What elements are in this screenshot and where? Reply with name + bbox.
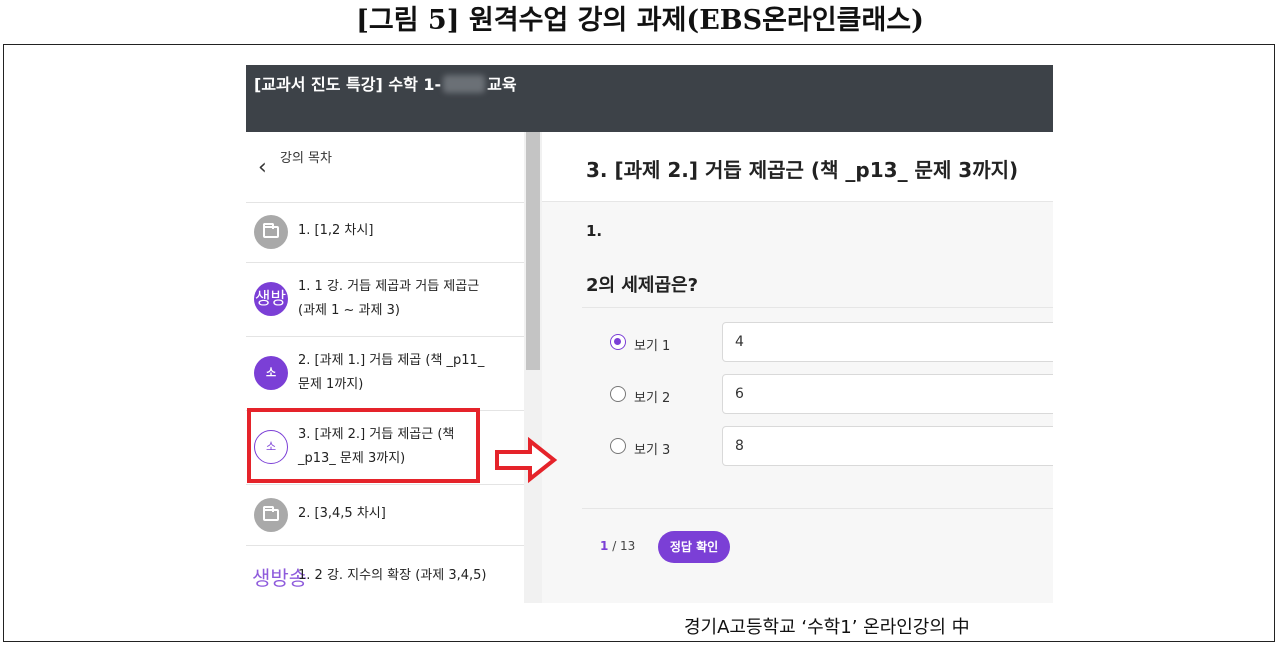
option-label: 보기 1: [634, 339, 671, 354]
arrow-right-icon: [495, 437, 558, 483]
course-title-suffix: 교육: [487, 75, 517, 94]
folder-icon: [254, 498, 288, 532]
toc-item-label: 1. 2 강. 지수의 확장 (과제 3,4,5): [298, 568, 487, 583]
toc-item-label: 1. [1,2 차시]: [298, 223, 374, 238]
toc-item-line2: 문제 1까지): [298, 377, 364, 392]
page-indicator: 1 / 13: [600, 539, 635, 553]
lecture-toc-sidebar: ‹ 강의 목차 1. [1,2 차시] 생방 1. 1 강. 거듭 제곱과 거듭…: [246, 132, 524, 603]
app-header: [교과서 진도 특강] 수학 1- 교육: [246, 65, 1053, 132]
highlight-box: [247, 408, 480, 483]
divider: [582, 307, 1053, 308]
radio-selected-icon[interactable]: [610, 334, 626, 350]
toc-item-live-1[interactable]: 생방 1. 1 강. 거듭 제곱과 거듭 제곱근 (과제 1 ~ 과제 3): [246, 263, 524, 337]
toc-back-label: 강의 목차: [280, 151, 332, 166]
scrollbar-thumb[interactable]: [526, 132, 540, 370]
option-value-box[interactable]: 6: [722, 374, 1053, 414]
option-value-box[interactable]: 4: [722, 322, 1053, 362]
option-label: 보기 2: [634, 391, 671, 406]
toc-item-folder-1[interactable]: 1. [1,2 차시]: [246, 202, 524, 263]
option-value-box[interactable]: 8: [722, 426, 1053, 466]
check-answer-button[interactable]: 정답 확인: [658, 531, 730, 563]
toc-item-line2: (과제 1 ~ 과제 3): [298, 303, 400, 318]
chevron-left-icon[interactable]: ‹: [258, 157, 267, 179]
toc-item-label: 2. [과제 1.] 거듭 제곱 (책 _p11_ 문제 1까지): [298, 349, 498, 397]
assignment-panel: 3. [과제 2.] 거듭 제곱근 (책 _p13_ 문제 3까지) 1. 2의…: [542, 132, 1053, 603]
page-current: 1: [600, 539, 609, 553]
question-number: 1.: [586, 222, 603, 240]
option-value: 8: [735, 438, 744, 454]
online-class-window: [교과서 진도 특강] 수학 1- 교육 ‹ 강의 목차 1. [1,2 차시] …: [246, 65, 1053, 603]
radio-unselected-icon[interactable]: [610, 386, 626, 402]
toc-item-line1: 2. [과제 1.] 거듭 제곱 (책 _p11_: [298, 353, 485, 368]
toc-item-label: 2. [3,4,5 차시]: [298, 506, 386, 521]
toc-item-folder-2[interactable]: 2. [3,4,5 차시]: [246, 485, 524, 546]
option-value: 6: [735, 386, 744, 402]
folder-icon: [254, 215, 288, 249]
figure-caption: 경기A고등학교 ‘수학1’ 온라인강의 中: [684, 617, 970, 638]
question-text: 2의 세제곱은?: [586, 275, 699, 296]
toc-item-live-2[interactable]: 생방송 1. 2 강. 지수의 확장 (과제 3,4,5): [246, 546, 524, 603]
course-title-prefix: [교과서 진도 특강] 수학 1-: [254, 75, 442, 94]
course-title: [교과서 진도 특강] 수학 1- 교육: [254, 71, 517, 95]
option-value: 4: [735, 334, 744, 350]
radio-unselected-icon[interactable]: [610, 438, 626, 454]
option-label: 보기 3: [634, 443, 671, 458]
toc-item-line1: 1. 1 강. 거듭 제곱과 거듭 제곱근: [298, 279, 480, 294]
figure-title: [그림 5] 원격수업 강의 과제(EBS온라인클래스): [356, 5, 924, 36]
divider: [582, 508, 1053, 509]
live-icon: 생방: [254, 282, 288, 316]
page-total: / 13: [612, 539, 636, 553]
toc-item-label: 1. 1 강. 거듭 제곱과 거듭 제곱근 (과제 1 ~ 과제 3): [298, 275, 498, 323]
small-lesson-icon: 소: [254, 356, 288, 390]
lesson-title: 3. [과제 2.] 거듭 제곱근 (책 _p13_ 문제 3까지): [586, 158, 1019, 182]
blurred-text: [443, 75, 486, 93]
lesson-header: 3. [과제 2.] 거듭 제곱근 (책 _p13_ 문제 3까지): [542, 132, 1053, 202]
toc-item-assignment-1[interactable]: 소 2. [과제 1.] 거듭 제곱 (책 _p11_ 문제 1까지): [246, 337, 524, 411]
toc-header[interactable]: ‹ 강의 목차: [246, 132, 524, 203]
